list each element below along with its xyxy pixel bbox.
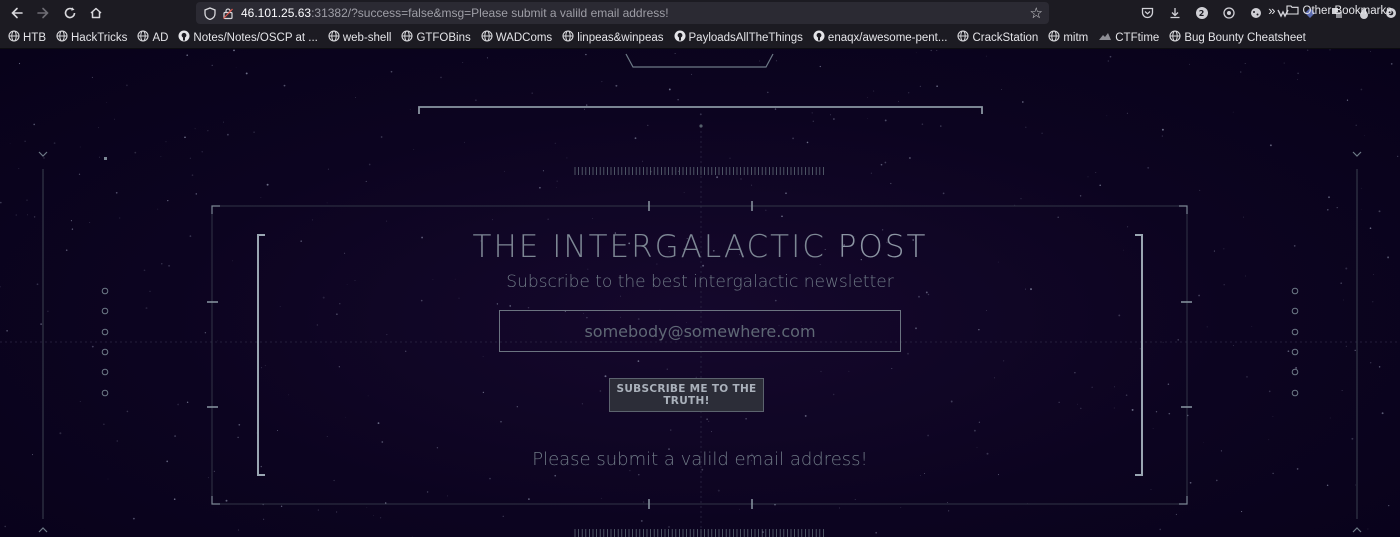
title-main: THE INTERGALACTIC: [472, 229, 826, 265]
bookmark-item[interactable]: GTFOBins: [401, 30, 471, 45]
web-page: THE INTERGALACTIC POST Subscribe to the …: [0, 49, 1400, 537]
globe-icon: [1048, 30, 1060, 45]
bookmark-label: GTFOBins: [416, 31, 471, 44]
status-message: Please submit a valild email address!: [532, 449, 868, 470]
bookmark-label: Bug Bounty Cheatsheet: [1184, 31, 1306, 44]
ctftime-icon: [1098, 30, 1112, 45]
extension-badge: 2: [1195, 7, 1208, 19]
other-bookmarks[interactable]: Other Bookmarks: [1303, 5, 1392, 17]
bookmark-item[interactable]: AD: [137, 30, 168, 45]
shield-icon[interactable]: [204, 6, 216, 20]
bookmark-item[interactable]: WADComs: [481, 30, 552, 45]
extension-badge-icon[interactable]: 2: [1192, 3, 1211, 23]
bookmarks-overflow: » Other Bookmarks: [1268, 3, 1392, 18]
globe-icon: [1169, 30, 1181, 45]
globe-icon: [481, 30, 493, 45]
bookmark-label: enaqx/awesome-pent...: [827, 31, 948, 44]
bookmark-label: mitm: [1063, 31, 1089, 44]
bookmark-label: linpeas&winpeas: [577, 31, 664, 44]
bookmark-item[interactable]: HTB: [8, 30, 46, 45]
email-field[interactable]: [499, 310, 901, 352]
globe-icon: [8, 30, 20, 45]
bookmark-item[interactable]: HackTricks: [56, 30, 127, 45]
chevron-right-icon[interactable]: »: [1268, 3, 1275, 18]
globe-icon: [401, 30, 413, 45]
home-icon[interactable]: [83, 1, 109, 25]
bookmark-label: CrackStation: [972, 31, 1039, 44]
bookmarks-bar: HTB HackTricks AD Notes/Notes/OSCP at ... we…: [0, 27, 1400, 49]
container-icon[interactable]: [1219, 3, 1238, 23]
bookmark-label: PayloadsAllTheThings: [688, 31, 803, 44]
globe-icon: [328, 30, 340, 45]
globe-icon: [137, 30, 149, 45]
bookmark-label: AD: [152, 31, 169, 44]
lock-icon[interactable]: [222, 7, 234, 20]
github-icon: [674, 30, 686, 45]
bookmark-item[interactable]: CTFtime: [1098, 30, 1159, 45]
bookmark-item[interactable]: enaqx/awesome-pent...: [813, 30, 948, 45]
bookmark-label: HTB: [23, 31, 46, 44]
star-icon[interactable]: ☆: [1030, 4, 1043, 22]
bookmark-item[interactable]: linpeas&winpeas: [562, 30, 664, 45]
title-post: POST: [837, 229, 928, 265]
folder-icon[interactable]: [1285, 4, 1299, 18]
bookmark-label: CTFtime: [1115, 31, 1160, 44]
bookmark-label: web-shell: [342, 31, 392, 44]
url-bar[interactable]: 46.101.25.63:31382/?success=false&msg=Pl…: [196, 2, 1049, 24]
cookie-icon[interactable]: [1246, 3, 1265, 23]
bookmark-item[interactable]: web-shell: [328, 30, 392, 45]
globe-icon: [562, 30, 574, 45]
url-path: :31382/?success=false&msg=Please submit …: [311, 6, 669, 20]
bookmark-label: WADComs: [495, 31, 553, 44]
github-icon: [178, 30, 190, 45]
url-text: 46.101.25.63:31382/?success=false&msg=Pl…: [241, 6, 669, 20]
pocket-icon[interactable]: [1138, 3, 1157, 23]
page-subtitle: Subscribe to the best intergalactic news…: [506, 272, 894, 292]
download-icon[interactable]: [1165, 3, 1184, 23]
bookmark-item[interactable]: Bug Bounty Cheatsheet: [1169, 30, 1306, 45]
bookmark-item[interactable]: Notes/Notes/OSCP at ...: [178, 30, 318, 45]
bookmark-item[interactable]: mitm: [1048, 30, 1088, 45]
bookmark-label: Notes/Notes/OSCP at ...: [193, 31, 318, 44]
reload-icon[interactable]: [57, 1, 83, 25]
browser-toolbar: 46.101.25.63:31382/?success=false&msg=Pl…: [0, 0, 1400, 27]
bookmark-item[interactable]: PayloadsAllTheThings: [674, 30, 803, 45]
url-host: 46.101.25.63: [241, 6, 312, 20]
page-title: THE INTERGALACTIC POST: [0, 229, 1400, 265]
bookmark-label: HackTricks: [71, 31, 128, 44]
bookmark-item[interactable]: CrackStation: [957, 30, 1038, 45]
subscribe-button[interactable]: SUBSCRIBE ME TO THE TRUTH!: [609, 378, 764, 412]
globe-icon: [56, 30, 68, 45]
github-icon: [813, 30, 825, 45]
back-icon[interactable]: [4, 1, 30, 25]
globe-icon: [957, 30, 970, 45]
forward-icon[interactable]: [30, 1, 56, 25]
